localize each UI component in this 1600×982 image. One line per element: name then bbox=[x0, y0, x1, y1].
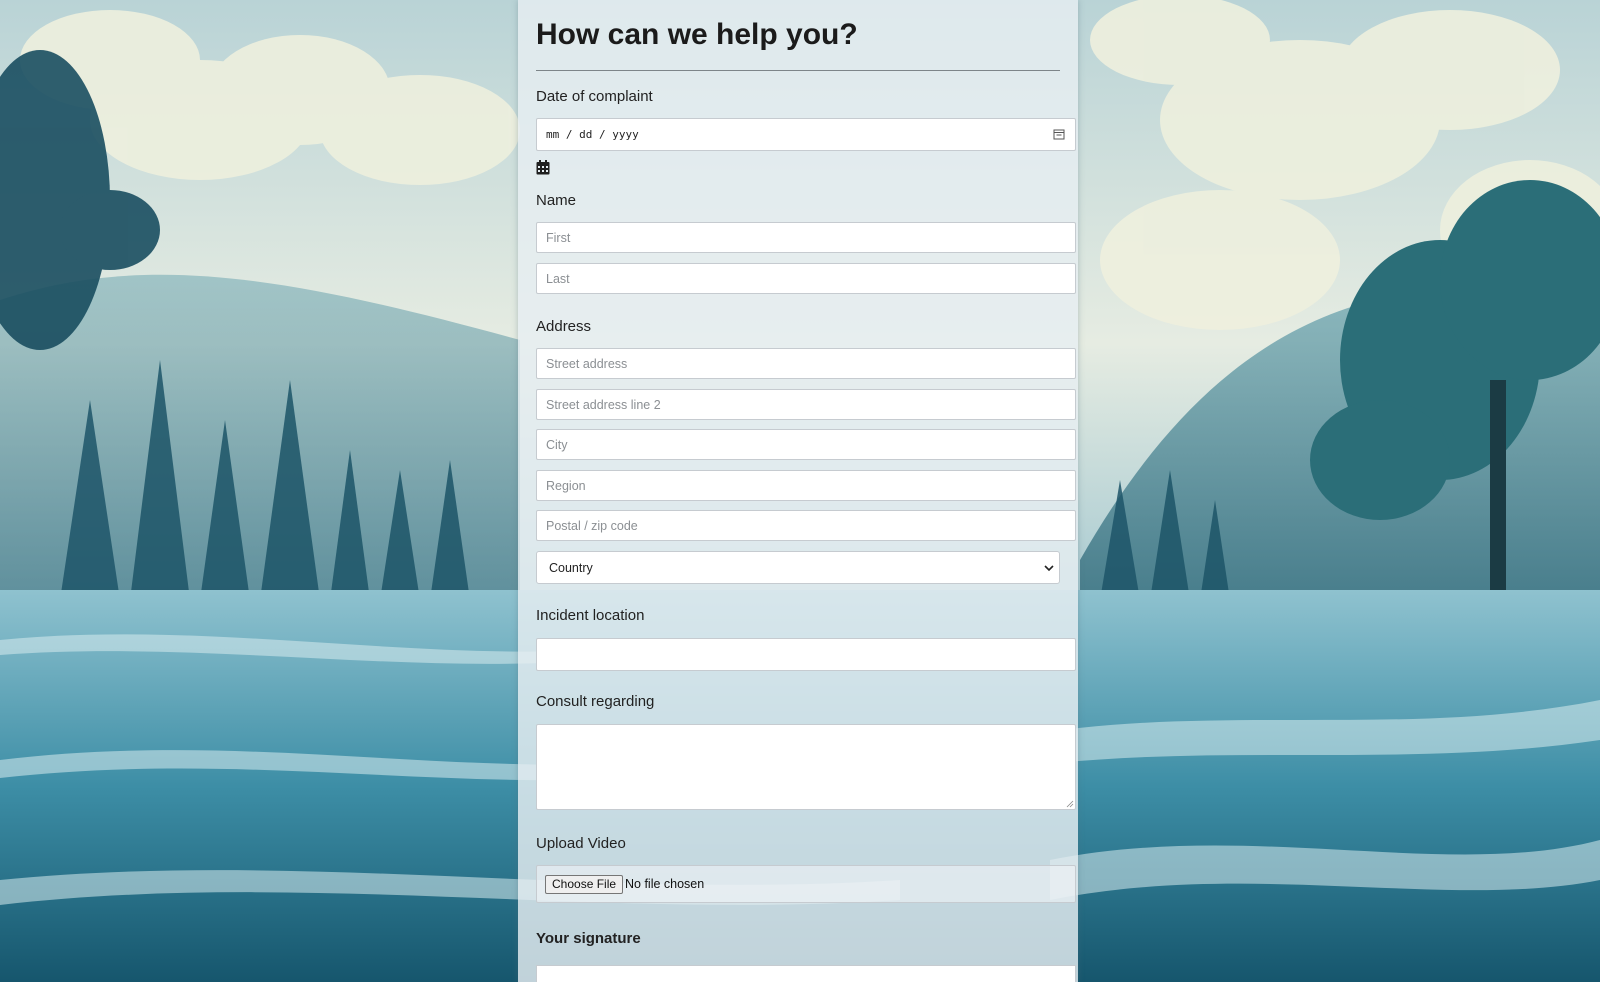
city-input[interactable] bbox=[536, 429, 1076, 460]
form-panel: How can we help you? Date of complaint m… bbox=[518, 0, 1078, 982]
date-label: Date of complaint bbox=[536, 88, 653, 105]
signature-label: Your signature bbox=[536, 930, 641, 947]
name-label: Name bbox=[536, 192, 577, 209]
street-address-input[interactable] bbox=[536, 348, 1076, 379]
consult-regarding-label: Consult regarding bbox=[536, 693, 655, 710]
upload-video-input[interactable]: Choose File No file chosen bbox=[536, 865, 1076, 903]
signature-pad[interactable] bbox=[536, 965, 1076, 982]
street-address-2-input[interactable] bbox=[536, 389, 1076, 420]
chevron-down-icon bbox=[1044, 565, 1054, 572]
file-status-text: No file chosen bbox=[625, 877, 705, 891]
last-name-input[interactable] bbox=[536, 263, 1076, 294]
calendar-icon[interactable] bbox=[1053, 128, 1065, 140]
postal-code-input[interactable] bbox=[536, 510, 1076, 541]
country-selected-value: Country bbox=[549, 561, 593, 575]
consult-regarding-textarea[interactable] bbox=[536, 724, 1076, 810]
incident-location-label: Incident location bbox=[536, 607, 645, 624]
upload-video-label: Upload Video bbox=[536, 835, 626, 852]
region-input[interactable] bbox=[536, 470, 1076, 501]
resize-grip-icon[interactable] bbox=[1066, 800, 1074, 808]
consult-textarea-wrap bbox=[536, 724, 1076, 810]
address-label: Address bbox=[536, 318, 592, 335]
first-name-input[interactable] bbox=[536, 222, 1076, 253]
choose-file-button[interactable]: Choose File bbox=[545, 875, 624, 894]
form-title: How can we help you? bbox=[536, 18, 858, 51]
calendar-icon[interactable] bbox=[536, 160, 550, 175]
incident-location-input[interactable] bbox=[536, 638, 1076, 671]
title-divider bbox=[536, 70, 1060, 71]
date-placeholder: mm / dd / yyyy bbox=[546, 128, 639, 141]
date-input[interactable]: mm / dd / yyyy bbox=[536, 118, 1076, 151]
country-select[interactable]: Country bbox=[536, 551, 1060, 584]
